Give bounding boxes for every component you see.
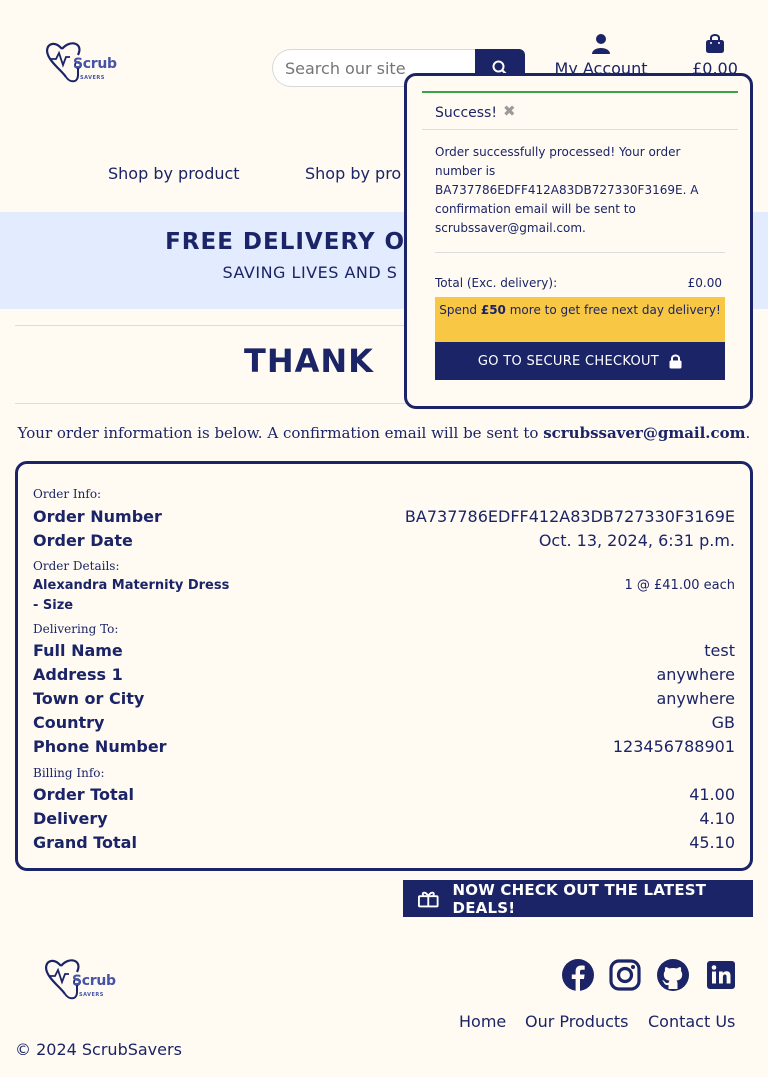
phone-value: 123456788901 <box>612 737 735 756</box>
order-details-label: Order Details: <box>33 559 120 573</box>
linkedin-icon[interactable] <box>704 958 738 992</box>
toast-header: Success! ✖ <box>422 91 738 129</box>
spend-prefix: Spend <box>439 303 481 317</box>
order-total-label: Order Total <box>33 785 134 804</box>
order-number-label: Order Number <box>33 507 162 526</box>
toast-title: Success! <box>435 105 497 121</box>
divider <box>422 129 738 130</box>
facebook-icon[interactable] <box>561 958 595 992</box>
lock-icon <box>669 354 682 368</box>
town-value: anywhere <box>656 689 735 708</box>
full-name-label: Full Name <box>33 641 123 660</box>
close-icon[interactable]: ✖ <box>503 102 516 120</box>
footer-logo[interactable]: Scrub SAVERS <box>43 954 119 1006</box>
user-icon <box>592 34 610 54</box>
nav-shop-by-product[interactable]: Shop by product <box>108 164 240 183</box>
free-delivery-notice: Spend £50 more to get free next day deli… <box>435 297 725 342</box>
checkout-label: GO TO SECURE CHECKOUT <box>477 353 660 369</box>
toast-total-value: £0.00 <box>687 276 722 290</box>
shopping-bag-icon <box>706 34 724 53</box>
toast-message: Order successfully processed! Your order… <box>435 145 699 235</box>
footer-link-home[interactable]: Home <box>459 1012 506 1031</box>
country-label: Country <box>33 713 105 732</box>
order-total-value: 41.00 <box>689 785 735 804</box>
footer-link-contact[interactable]: Contact Us <box>648 1012 735 1031</box>
cart-link[interactable]: £0.00 <box>690 34 740 78</box>
logo-text: Scrub <box>73 56 117 72</box>
grand-total-label: Grand Total <box>33 833 137 852</box>
footer-link-products[interactable]: Our Products <box>525 1012 628 1031</box>
spend-suffix: more to get free next day delivery! <box>505 303 721 317</box>
gift-icon <box>418 891 439 907</box>
info-suffix: . <box>745 424 751 442</box>
order-info-message: Your order information is below. A confi… <box>0 424 768 442</box>
town-label: Town or City <box>33 689 145 708</box>
logo-subtext: SAVERS <box>80 75 105 81</box>
order-success-toast: Success! ✖ Order successfully processed!… <box>404 73 753 409</box>
secure-checkout-button[interactable]: GO TO SECURE CHECKOUT <box>435 342 725 380</box>
latest-deals-button[interactable]: NOW CHECK OUT THE LATEST DEALS! <box>403 880 753 917</box>
spend-amount: £50 <box>480 303 506 317</box>
copyright: © 2024 ScrubSavers <box>15 1040 182 1059</box>
info-email: scrubssaver@gmail.com <box>543 424 746 442</box>
phone-label: Phone Number <box>33 737 167 756</box>
logo-text: Scrub <box>72 973 116 989</box>
address1-label: Address 1 <box>33 665 123 684</box>
divider <box>435 252 725 253</box>
latest-deals-label: NOW CHECK OUT THE LATEST DEALS! <box>452 880 707 917</box>
country-value: GB <box>711 713 735 732</box>
logo-subtext: SAVERS <box>79 992 104 998</box>
order-item-name: Alexandra Maternity Dress - Size <box>33 578 230 613</box>
github-icon[interactable] <box>656 958 690 992</box>
order-number-value: BA737786EDFF412A83DB727330F3169E <box>404 507 735 526</box>
full-name-value: test <box>704 641 735 660</box>
address1-value: anywhere <box>656 665 735 684</box>
toast-total-label: Total (Exc. delivery): <box>435 276 558 290</box>
order-date-label: Order Date <box>33 531 133 550</box>
delivery-value: 4.10 <box>699 809 735 828</box>
info-prefix: Your order information is below. A confi… <box>17 424 544 442</box>
billing-info-label: Billing Info: <box>33 766 105 780</box>
my-account-link[interactable]: My Account <box>553 34 649 78</box>
order-info-label: Order Info: <box>33 487 102 501</box>
delivery-label: Delivery <box>33 809 108 828</box>
site-logo[interactable]: Scrub SAVERS <box>44 37 120 89</box>
order-date-value: Oct. 13, 2024, 6:31 p.m. <box>538 531 735 550</box>
grand-total-value: 45.10 <box>689 833 735 852</box>
delivering-to-label: Delivering To: <box>33 622 119 636</box>
instagram-icon[interactable] <box>608 958 642 992</box>
order-summary-card: Order Info: Order Number BA737786EDFF412… <box>15 461 753 871</box>
nav-shop-by-profession[interactable]: Shop by pro <box>305 164 401 183</box>
order-item-qty: 1 @ £41.00 each <box>624 578 735 593</box>
